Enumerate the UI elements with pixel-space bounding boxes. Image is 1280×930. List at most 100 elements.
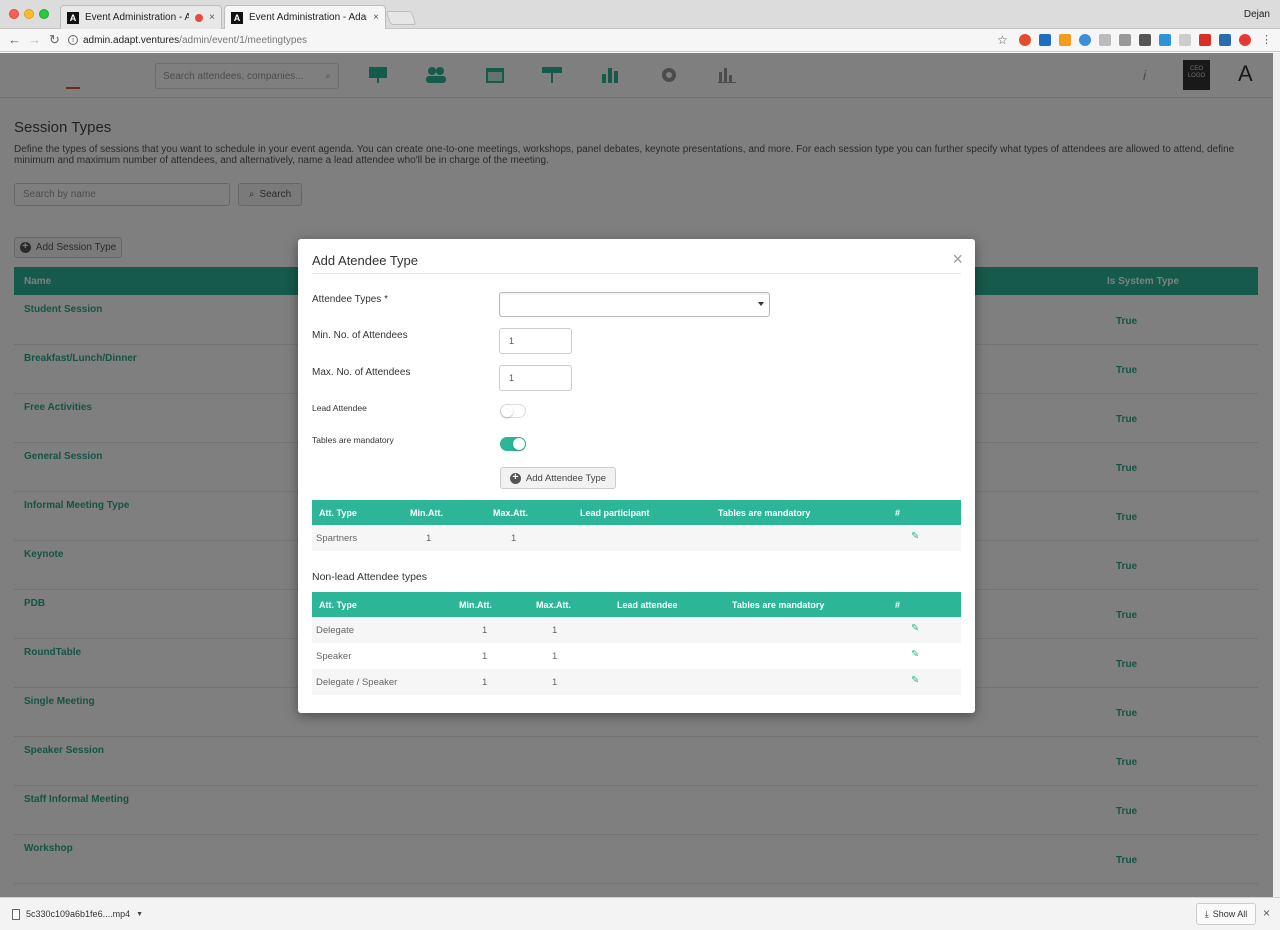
cell-min: 1 (482, 625, 488, 636)
close-icon[interactable]: × (1263, 906, 1270, 920)
col-att-type: Att. Type (319, 600, 357, 610)
cell-max-att: 1 (511, 533, 517, 544)
extension-icon[interactable] (1059, 34, 1071, 46)
cell-min: 1 (482, 651, 488, 662)
nonlead-section-label: Non-lead Attendee types (312, 571, 427, 583)
table-row: Spartners 1 1 ✎ (312, 525, 961, 551)
nonlead-rows: Delegate 1 1 ✎ Speaker 1 1 ✎ Delegate / Speaker 1… (312, 617, 961, 695)
cell-att-type: Spartners (316, 533, 358, 544)
window-minimize-button[interactable] (24, 9, 34, 19)
extension-icon[interactable] (1139, 34, 1151, 46)
tables-mandatory-toggle[interactable] (500, 437, 526, 451)
cell-min-att: 1 (426, 533, 432, 544)
dialog-divider (312, 273, 961, 274)
profile-name[interactable]: Dejan (1244, 9, 1270, 20)
col-min-att: Min.Att. (459, 600, 492, 610)
pencil-icon[interactable]: ✎ (911, 649, 919, 660)
recording-icon (195, 13, 204, 22)
table-header: Att. Type Min.Att. Max.Att. Lead attende… (312, 592, 961, 617)
add-attendee-type-dialog: Add Atendee Type × Attendee Types * Min.… (298, 239, 975, 713)
extension-icon[interactable] (1039, 34, 1051, 46)
extension-icon[interactable] (1159, 34, 1171, 46)
table-row: Speaker 1 1 ✎ (312, 643, 961, 669)
col-actions: # (895, 508, 901, 518)
bookmark-star-icon[interactable]: ☆ (997, 33, 1008, 47)
toggle-knob (513, 438, 525, 450)
browser-toolbar: ← → ↻ i admin.adapt.ventures /admin/even… (0, 29, 1280, 52)
min-attendees-input[interactable]: 1 (499, 328, 572, 354)
extension-icon[interactable] (1119, 34, 1131, 46)
browser-tab-2[interactable]: A Event Administration - Adapt × (224, 5, 386, 29)
browser-menu-icon[interactable]: ⋮ (1261, 33, 1272, 46)
cell-type: Delegate / Speaker (316, 677, 398, 688)
file-icon (12, 908, 20, 920)
close-icon[interactable]: × (952, 249, 963, 269)
nonlead-attendee-table: Att. Type Min.Att. Max.Att. Lead attende… (312, 592, 961, 695)
extension-icon[interactable] (1079, 34, 1091, 46)
extension-icon[interactable] (1019, 34, 1031, 46)
extension-icon[interactable] (1179, 34, 1191, 46)
url-path: /admin/event/1/meetingtypes (179, 34, 308, 46)
downloads-bar: 5c330c109a6b1fe6....mp4 ▼ ⤓ Show All × (0, 897, 1280, 930)
col-tables-mandatory: Tables are mandatory (718, 508, 811, 518)
table-header: Att. Type Min.Att. Max.Att. Lead partici… (312, 500, 961, 525)
chevron-down-icon[interactable]: ▼ (136, 911, 143, 918)
col-tables-mandatory: Tables are mandatory (732, 600, 825, 610)
window-close-button[interactable] (9, 9, 19, 19)
extension-icon[interactable] (1239, 34, 1251, 46)
col-lead-attendee: Lead attendee (617, 600, 678, 610)
chevron-down-icon (758, 302, 764, 306)
cell-type: Speaker (316, 651, 352, 662)
show-all-label: Show All (1212, 909, 1248, 919)
col-lead-participant: Lead participant (580, 508, 650, 518)
site-info-icon[interactable]: i (68, 35, 78, 45)
col-actions: # (895, 600, 901, 610)
page-scrollbar[interactable] (1273, 53, 1280, 897)
address-bar[interactable]: i admin.adapt.ventures /admin/event/1/me… (68, 31, 1013, 49)
tab-close-icon[interactable]: × (373, 12, 379, 23)
tab-title: Event Administration - Adapt (249, 12, 368, 23)
browser-tab-1[interactable]: A Event Administration - Adapt × (60, 5, 222, 29)
cell-max: 1 (552, 625, 558, 636)
adapt-favicon-icon: A (231, 11, 243, 24)
max-attendees-label: Max. No. of Attendees (312, 367, 411, 378)
add-attendee-type-button[interactable]: + Add Attendee Type (500, 467, 616, 489)
tables-mandatory-label: Tables are mandatory (312, 435, 394, 445)
extension-icon[interactable] (1199, 34, 1211, 46)
show-all-downloads-button[interactable]: ⤓ Show All (1196, 903, 1256, 925)
table-row: Delegate / Speaker 1 1 ✎ (312, 669, 961, 695)
table-row: Delegate 1 1 ✎ (312, 617, 961, 643)
reload-icon[interactable]: ↻ (49, 32, 60, 48)
pencil-icon[interactable]: ✎ (911, 623, 919, 634)
pencil-icon[interactable]: ✎ (911, 675, 919, 686)
download-file-name: 5c330c109a6b1fe6....mp4 (26, 909, 131, 919)
window-zoom-button[interactable] (39, 9, 49, 19)
min-attendees-label: Min. No. of Attendees (312, 330, 408, 341)
new-tab-button[interactable] (385, 11, 417, 25)
cell-max: 1 (552, 677, 558, 688)
adapt-favicon-icon: A (67, 11, 79, 24)
dialog-title: Add Atendee Type (312, 253, 419, 268)
download-icon: ⤓ (1204, 908, 1209, 919)
max-attendees-input[interactable]: 1 (499, 365, 572, 391)
forward-arrow-icon[interactable]: → (28, 32, 41, 47)
add-attendee-type-label: Add Attendee Type (525, 472, 607, 484)
extension-icon[interactable] (1219, 34, 1231, 46)
toggle-knob (501, 405, 513, 417)
cell-max: 1 (552, 651, 558, 662)
cell-min: 1 (482, 677, 488, 688)
cell-type: Delegate (316, 625, 355, 636)
col-max-att: Max.Att. (536, 600, 572, 610)
back-arrow-icon[interactable]: ← (8, 32, 21, 47)
download-item[interactable]: 5c330c109a6b1fe6....mp4 ▼ (6, 903, 152, 925)
col-min-att: Min.Att. (410, 508, 443, 518)
attendee-types-select[interactable] (499, 292, 770, 317)
pencil-icon[interactable]: ✎ (911, 531, 919, 542)
lead-attendee-table: Att. Type Min.Att. Max.Att. Lead partici… (312, 500, 961, 551)
extension-icon[interactable] (1099, 34, 1111, 46)
browser-tab-strip: A Event Administration - Adapt × A Event… (0, 0, 1280, 29)
tab-title: Event Administration - Adapt (85, 12, 190, 23)
tab-close-icon[interactable]: × (209, 12, 215, 23)
url-host: admin.adapt.ventures (83, 34, 180, 46)
lead-attendee-toggle[interactable] (500, 404, 526, 418)
